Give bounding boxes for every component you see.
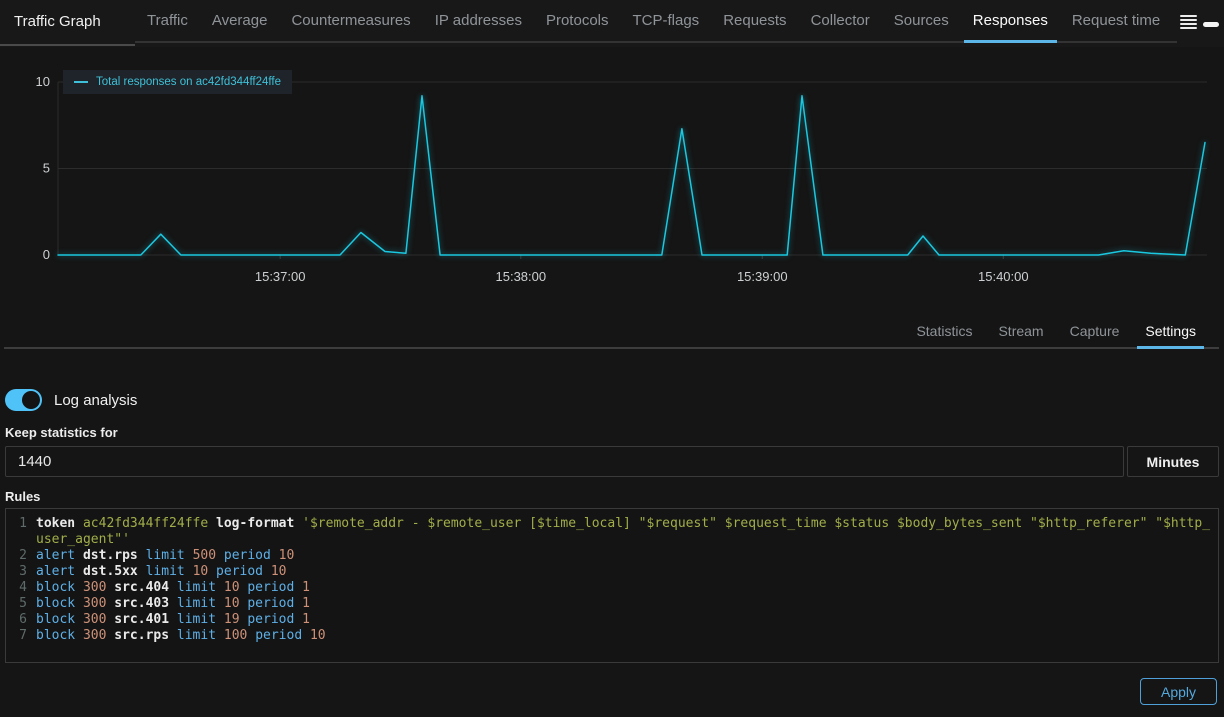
tab-collector[interactable]: Collector — [799, 0, 882, 41]
rules-label: Rules — [5, 489, 40, 504]
x-tick-label: 15:40:00 — [978, 269, 1029, 284]
code-text: token ac42fd344ff24ffe log-format '$remo… — [36, 516, 1218, 548]
tab-average[interactable]: Average — [200, 0, 280, 41]
top-nav: Traffic Graph TrafficAverageCountermeasu… — [0, 0, 1224, 47]
line-number: 4 — [6, 580, 36, 596]
subtab-statistics[interactable]: Statistics — [908, 316, 980, 347]
code-text: block 300 src.404 limit 10 period 1 — [36, 580, 1218, 596]
subtab-stream[interactable]: Stream — [990, 316, 1051, 347]
page-title: Traffic Graph — [0, 0, 135, 46]
tab-requests[interactable]: Requests — [711, 0, 798, 41]
keep-statistics-label: Keep statistics for — [5, 425, 118, 440]
log-analysis-toggle[interactable] — [5, 389, 42, 411]
y-tick-label: 10 — [36, 74, 50, 89]
code-text: block 300 src.403 limit 10 period 1 — [36, 596, 1218, 612]
nav-icons — [1180, 15, 1219, 29]
line-number: 2 — [6, 548, 36, 564]
keep-statistics-input[interactable] — [5, 446, 1124, 477]
code-line: 1token ac42fd344ff24ffe log-format '$rem… — [6, 516, 1218, 548]
x-tick-label: 15:38:00 — [496, 269, 547, 284]
y-tick-label: 0 — [43, 247, 50, 262]
code-line: 7block 300 src.rps limit 100 period 10 — [6, 628, 1218, 644]
tab-tcp-flags[interactable]: TCP-flags — [621, 0, 712, 41]
x-tick-label: 15:39:00 — [737, 269, 788, 284]
subtab-capture[interactable]: Capture — [1062, 316, 1128, 347]
code-text: block 300 src.rps limit 100 period 10 — [36, 628, 1218, 644]
menu-icon[interactable] — [1180, 15, 1197, 29]
apply-button[interactable]: Apply — [1140, 678, 1217, 705]
keep-statistics-row: Minutes — [5, 446, 1219, 477]
x-tick-label: 15:37:00 — [255, 269, 306, 284]
y-tick-label: 5 — [43, 161, 50, 176]
line-number: 3 — [6, 564, 36, 580]
code-line: 4block 300 src.404 limit 10 period 1 — [6, 580, 1218, 596]
top-tab-bar: TrafficAverageCountermeasuresIP addresse… — [135, 0, 1177, 43]
tab-traffic[interactable]: Traffic — [135, 0, 200, 41]
log-analysis-row: Log analysis — [5, 389, 137, 411]
tab-request-time[interactable]: Request time — [1060, 0, 1172, 41]
code-line: 3alert dst.5xx limit 10 period 10 — [6, 564, 1218, 580]
code-line: 6block 300 src.401 limit 19 period 1 — [6, 612, 1218, 628]
tab-protocols[interactable]: Protocols — [534, 0, 621, 41]
tab-ip-addresses[interactable]: IP addresses — [423, 0, 534, 41]
tab-responses[interactable]: Responses — [961, 0, 1060, 41]
chart-legend[interactable]: Total responses on ac42fd344ff24ffe — [63, 70, 292, 94]
legend-label: Total responses on ac42fd344ff24ffe — [96, 76, 281, 88]
toggle-knob — [22, 391, 40, 409]
line-number: 5 — [6, 596, 36, 612]
subtab-settings[interactable]: Settings — [1137, 316, 1204, 347]
tab-countermeasures[interactable]: Countermeasures — [279, 0, 422, 41]
code-text: alert dst.5xx limit 10 period 10 — [36, 564, 1218, 580]
log-analysis-label: Log analysis — [54, 392, 137, 409]
code-text: block 300 src.401 limit 19 period 1 — [36, 612, 1218, 628]
code-text: alert dst.rps limit 500 period 10 — [36, 548, 1218, 564]
rules-editor[interactable]: 1token ac42fd344ff24ffe log-format '$rem… — [5, 508, 1219, 663]
tab-sources[interactable]: Sources — [882, 0, 961, 41]
line-number: 6 — [6, 612, 36, 628]
legend-line-icon — [74, 81, 88, 83]
series-line — [58, 96, 1205, 255]
line-number: 1 — [6, 516, 36, 548]
app-root: Traffic Graph TrafficAverageCountermeasu… — [0, 0, 1224, 717]
line-number: 7 — [6, 628, 36, 644]
unit-selector[interactable]: Minutes — [1127, 446, 1219, 477]
responses-chart-panel: 0 5 10 15:37:00 15:38:00 15:39:00 15:40:00 Tot… — [0, 47, 1224, 290]
code-line: 5block 300 src.403 limit 10 period 1 — [6, 596, 1218, 612]
code-line: 2alert dst.rps limit 500 period 10 — [6, 548, 1218, 564]
panel-tab-bar: Statistics Stream Capture Settings — [4, 316, 1219, 349]
minimize-icon[interactable] — [1203, 22, 1219, 27]
